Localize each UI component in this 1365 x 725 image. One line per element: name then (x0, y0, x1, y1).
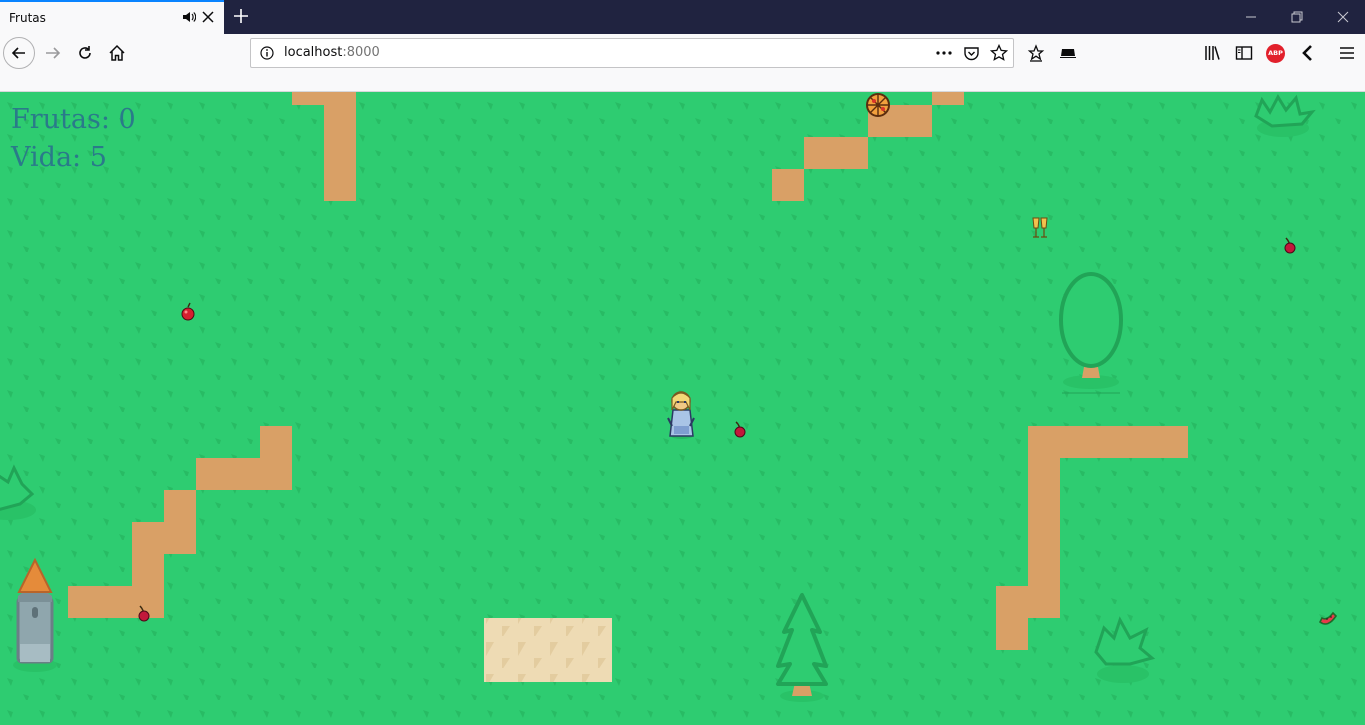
hamburger-menu-icon[interactable] (1337, 43, 1357, 63)
life-counter-label: Vida: (11, 142, 82, 173)
player-character (667, 391, 695, 439)
reload-icon[interactable] (75, 43, 95, 63)
life-counter: Vida: 5 (11, 142, 107, 173)
home-icon[interactable] (107, 43, 127, 63)
library-icon[interactable] (1202, 43, 1222, 63)
fruit-counter-label: Frutas: (11, 104, 110, 135)
close-window-icon[interactable] (1336, 10, 1350, 24)
new-tab-icon[interactable] (232, 7, 250, 25)
pizza-icon (866, 93, 890, 117)
minimize-icon[interactable] (1244, 10, 1258, 24)
back-button[interactable] (3, 37, 35, 69)
fruit-counter: Frutas: 0 (11, 104, 136, 135)
tab-frutas[interactable]: Frutas (0, 0, 224, 34)
restore-icon[interactable] (1290, 10, 1304, 24)
sand-patch (484, 618, 612, 682)
page-actions-icon[interactable] (935, 48, 953, 58)
sidebar-icon[interactable] (1234, 43, 1254, 63)
game-world (0, 92, 1365, 725)
chevron-left-icon[interactable] (1298, 43, 1318, 63)
navigation-toolbar: localhost:8000 ABP (0, 34, 1365, 92)
arrow-left-icon (11, 47, 25, 59)
fruit-counter-value: 0 (118, 104, 136, 135)
address-bar[interactable]: localhost:8000 (250, 38, 1014, 68)
forward-icon[interactable] (43, 43, 63, 63)
info-icon[interactable] (260, 46, 274, 60)
tab-strip: Frutas (0, 0, 1365, 34)
speaker-icon[interactable] (182, 10, 196, 24)
url-text[interactable]: localhost:8000 (284, 45, 380, 60)
close-tab-icon[interactable] (201, 10, 215, 24)
bookmarks-star-icon[interactable] (1026, 43, 1046, 63)
extension-device-icon[interactable] (1058, 43, 1078, 63)
pocket-icon[interactable] (963, 45, 980, 62)
game-canvas[interactable]: Frutas: 0 Vida: 5 (0, 92, 1365, 725)
tab-title: Frutas (9, 11, 46, 25)
bookmark-star-icon[interactable] (990, 44, 1008, 62)
adblock-plus-icon[interactable]: ABP (1266, 44, 1285, 63)
url-port: :8000 (342, 45, 380, 60)
url-host: localhost (284, 45, 343, 60)
life-counter-value: 5 (89, 142, 107, 173)
